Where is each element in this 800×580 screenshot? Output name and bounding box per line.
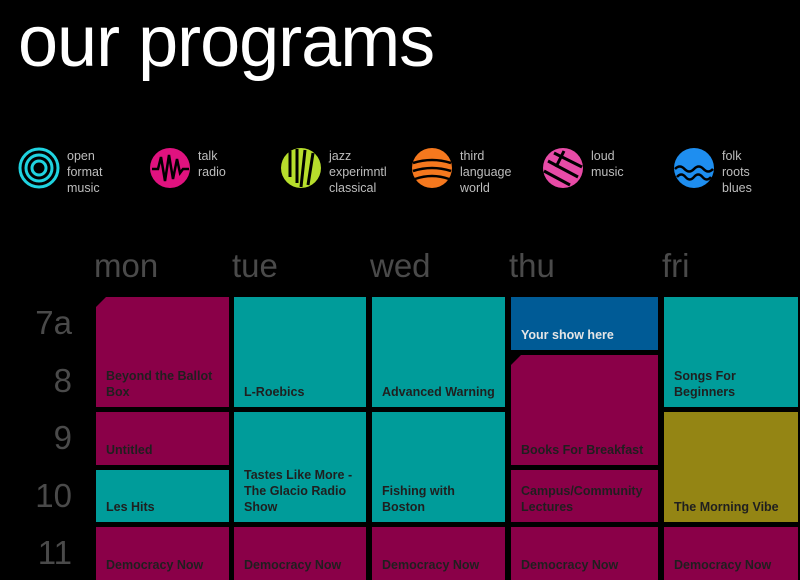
legend-label-line: jazz (329, 149, 352, 163)
hour-label-10: 10 (35, 477, 72, 514)
program-title: Books For Breakfast (521, 442, 644, 457)
hour-label-9: 9 (53, 419, 72, 456)
program-title: Tastes Like More - The Glacio Radio Show (244, 468, 353, 514)
program-block-thu[interactable]: Books For Breakfast (511, 354, 658, 465)
legend-label-line: loud (591, 149, 615, 163)
program-title: Campus/Community Lectures (521, 484, 643, 514)
hour-label-7a: 7a (35, 304, 72, 341)
program-block-tue[interactable]: Democracy Now (234, 527, 366, 580)
program-block-mon[interactable]: Democracy Now (96, 527, 229, 580)
legend-label-line: experimntl (329, 165, 387, 179)
day-header-wed: wed (370, 247, 431, 284)
waves-icon (674, 148, 714, 188)
legend-label-line: world (460, 181, 490, 195)
program-title: L-Roebics (244, 385, 305, 399)
program-block-mon[interactable]: Les Hits (96, 469, 229, 522)
program-title: Fishing with Boston (382, 484, 455, 514)
program-title: Advanced Warning (382, 385, 495, 399)
program-title: Les Hits (106, 500, 155, 514)
legend-label-line: roots (722, 165, 750, 179)
program-title: Beyond the Ballot Box (106, 369, 213, 399)
genre-legend: open format music talk radio jazz experi… (0, 140, 800, 210)
legend-label-line: format (67, 165, 103, 179)
program-block-thu[interactable]: Campus/Community Lectures (511, 469, 658, 522)
program-block-wed[interactable]: Democracy Now (372, 527, 505, 580)
program-title: Democracy Now (106, 557, 204, 572)
lines-icon (543, 148, 583, 188)
program-block-mon[interactable]: Beyond the Ballot Box (96, 297, 229, 407)
legend-label-line: folk (722, 149, 742, 163)
legend-label-line: open (67, 149, 95, 163)
program-block-fri[interactable]: Democracy Now (664, 527, 798, 580)
program-block-wed[interactable]: Advanced Warning (372, 297, 505, 407)
program-title: The Morning Vibe (674, 500, 779, 514)
program-title: Untitled (106, 442, 153, 457)
program-block-tue[interactable]: Tastes Like More - The Glacio Radio Show (234, 412, 366, 522)
day-header-tue: tue (232, 247, 278, 284)
slashes-icon (281, 148, 321, 188)
legend-label-line: blues (722, 181, 752, 195)
legend-label-line: music (67, 181, 100, 195)
program-title: Democracy Now (521, 557, 619, 572)
page-title: our programs (18, 2, 435, 82)
legend-label-line: third (460, 149, 485, 163)
program-block-fri[interactable]: The Morning Vibe (664, 412, 798, 522)
legend-label-line: radio (198, 165, 226, 179)
program-block-wed[interactable]: Fishing with Boston (372, 412, 505, 522)
program-title: Songs For Beginners (674, 369, 736, 399)
program-title: Democracy Now (674, 557, 772, 572)
program-block-tue[interactable]: L-Roebics (234, 297, 366, 407)
target-icon (18, 147, 60, 189)
program-block-thu[interactable]: Democracy Now (511, 527, 658, 580)
program-title: Democracy Now (244, 557, 342, 572)
hour-label-8: 8 (53, 362, 72, 399)
curves-icon (412, 148, 452, 188)
legend-label-line: music (591, 165, 624, 179)
program-title: Your show here (521, 327, 614, 342)
program-title: Democracy Now (382, 557, 480, 572)
day-header-mon: mon (94, 247, 159, 284)
waveform-icon (150, 148, 190, 188)
legend-label-line: talk (198, 149, 218, 163)
legend-label-line: language (460, 165, 512, 179)
program-block-mon[interactable]: Untitled (96, 412, 229, 465)
program-block-fri[interactable]: Songs For Beginners (664, 297, 798, 407)
legend-label-line: classical (329, 181, 377, 195)
program-block-thu[interactable]: Your show here (511, 297, 658, 350)
day-header-fri: fri (662, 247, 690, 284)
hour-label-11: 11 (37, 534, 72, 571)
day-header-thu: thu (509, 247, 555, 284)
